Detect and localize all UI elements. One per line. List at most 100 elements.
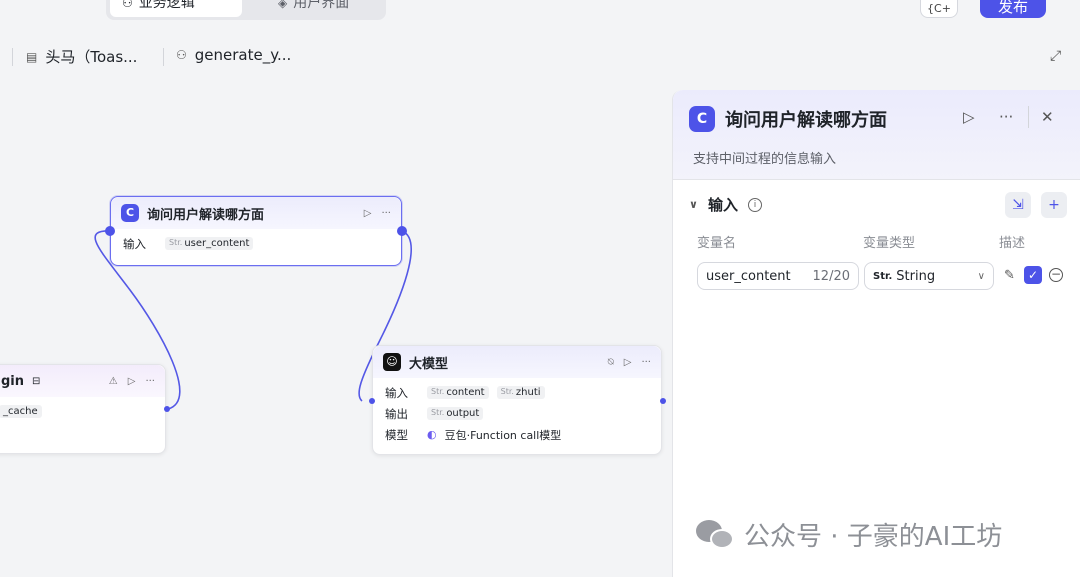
- info-icon[interactable]: i: [747, 197, 762, 212]
- close-icon[interactable]: ✕: [1041, 108, 1054, 126]
- model-value: 豆包·Function call模型: [444, 428, 562, 442]
- variable-tag: Str. user_content: [165, 237, 254, 250]
- output-port[interactable]: [397, 226, 407, 236]
- column-header-desc: 描述: [999, 236, 1026, 251]
- run-icon[interactable]: ▷: [364, 208, 372, 219]
- required-checkbox[interactable]: ✓: [1024, 266, 1042, 284]
- more-icon[interactable]: ···: [145, 376, 155, 387]
- column-header-type: 变量类型: [863, 236, 916, 251]
- add-variable-button[interactable]: +: [1041, 192, 1067, 218]
- mute-icon[interactable]: ⍉: [608, 357, 614, 368]
- remove-icon[interactable]: −: [1049, 268, 1063, 282]
- input-port[interactable]: [105, 226, 115, 236]
- mode-switch: ⚇ 业务逻辑 ◈ 用户界面: [106, 0, 386, 20]
- node-header: ☺ 大模型 ⍉ ▷ ···: [373, 346, 661, 378]
- node-logo-icon: C: [121, 204, 139, 222]
- output-label: 输出: [385, 406, 408, 421]
- node-row: _cache: [0, 401, 165, 422]
- input-label: 输入: [123, 236, 146, 251]
- expand-icon[interactable]: ⤢: [1050, 48, 1061, 64]
- warning-icon[interactable]: ⚠: [109, 376, 118, 387]
- top-bar: ⚇ 业务逻辑 ◈ 用户界面 {C+ 发布 ···: [0, 0, 1080, 30]
- node-header: C 询问用户解读哪方面 ▷ ···: [111, 197, 401, 229]
- doubao-icon: ◐: [427, 428, 437, 441]
- run-icon[interactable]: ▷: [963, 108, 975, 126]
- chevron-down-icon: ∨: [977, 270, 985, 282]
- type-prefix: Str.: [431, 387, 445, 396]
- chevron-down-icon[interactable]: ∨: [689, 198, 698, 211]
- node-begin[interactable]: gin ⊟ ⚠ ▷ ··· _cache: [0, 364, 166, 454]
- tag-name: user_content: [184, 238, 250, 249]
- divider: [12, 48, 13, 66]
- variable-tag: _cache: [0, 405, 42, 418]
- node-output-row: 输出 Str. output: [373, 403, 661, 424]
- char-counter: 12/20: [812, 268, 850, 284]
- breadcrumb-label: 头马（Toas...: [45, 48, 138, 66]
- variable-tag: Str. content: [427, 386, 489, 399]
- breadcrumb: ▤ 头马（Toas... ⚇ generate_y...: [0, 42, 1080, 72]
- type-prefix: Str.: [500, 387, 514, 396]
- model-label: 模型: [385, 427, 408, 442]
- document-icon: ▤: [26, 49, 38, 64]
- divider: [163, 48, 164, 66]
- more-icon[interactable]: ···: [1060, 0, 1073, 6]
- tab-label: 业务逻辑: [138, 0, 195, 11]
- model-logo-icon: ☺: [383, 353, 401, 371]
- output-port[interactable]: [164, 406, 170, 412]
- wechat-icon: [696, 519, 734, 550]
- node-input-row: 输入 Str. user_content: [111, 233, 401, 254]
- variable-button[interactable]: {C+: [920, 0, 958, 18]
- node-title: 大模型: [409, 356, 449, 372]
- workflow-icon: ⚇: [122, 0, 133, 10]
- variable-type-value: String: [896, 268, 936, 284]
- type-prefix: Str.: [873, 270, 893, 282]
- breadcrumb-item[interactable]: ⚇ generate_y...: [176, 46, 291, 64]
- watermark: 公众号 · 子豪的AI工坊: [696, 516, 1002, 553]
- variable-type-select[interactable]: Str. String ∨: [864, 262, 994, 290]
- section-title: 输入: [707, 196, 738, 214]
- breadcrumb-item[interactable]: ▤ 头马（Toas...: [26, 46, 137, 67]
- import-button[interactable]: ⇲: [1005, 192, 1031, 218]
- save-icon: ⊟: [32, 375, 41, 387]
- panel-header: C 询问用户解读哪方面 ▷ ··· ✕ 支持中间过程的信息输入: [673, 90, 1080, 180]
- type-prefix: Str.: [431, 408, 445, 417]
- input-section-header[interactable]: ∨ 输入 i: [689, 194, 762, 215]
- tag-name: zhuti: [515, 387, 541, 398]
- variable-name-input[interactable]: user_content 12/20: [697, 262, 859, 290]
- node-header: gin ⊟ ⚠ ▷ ···: [0, 365, 165, 397]
- tab-business-logic[interactable]: ⚇ 业务逻辑: [110, 0, 242, 17]
- more-icon[interactable]: ···: [641, 357, 651, 368]
- panel-description[interactable]: 支持中间过程的信息输入: [693, 148, 836, 167]
- input-port[interactable]: [369, 398, 375, 404]
- column-header-name: 变量名: [697, 236, 737, 251]
- more-icon[interactable]: ···: [999, 108, 1013, 126]
- publish-button[interactable]: 发布: [980, 0, 1046, 18]
- input-label: 输入: [385, 385, 408, 400]
- node-title: 询问用户解读哪方面: [147, 207, 265, 223]
- node-llm[interactable]: ☺ 大模型 ⍉ ▷ ··· 输入 Str. content Str. zhuti…: [372, 345, 662, 455]
- node-model-row: 模型 ◐ 豆包·Function call模型: [373, 424, 661, 445]
- tag-name: output: [446, 408, 480, 419]
- node-logo-icon: C: [689, 106, 715, 132]
- node-title: gin: [1, 373, 25, 389]
- run-icon[interactable]: ▷: [128, 376, 136, 387]
- node-ask-user[interactable]: C 询问用户解读哪方面 ▷ ··· 输入 Str. user_content: [110, 196, 402, 266]
- edit-description-icon[interactable]: ✎: [1004, 268, 1015, 283]
- type-prefix: Str.: [169, 238, 183, 247]
- tab-label: 用户界面: [293, 0, 350, 11]
- more-icon[interactable]: ···: [381, 208, 391, 219]
- workflow-icon: ⚇: [176, 48, 187, 62]
- tab-user-interface[interactable]: ◈ 用户界面: [266, 0, 382, 17]
- workflow-edges: [94, 230, 412, 410]
- output-port[interactable]: [660, 398, 666, 404]
- node-input-row: 输入 Str. content Str. zhuti: [373, 382, 661, 403]
- divider: [1028, 106, 1029, 128]
- ui-icon: ◈: [278, 0, 288, 10]
- run-icon[interactable]: ▷: [624, 357, 632, 368]
- panel-title[interactable]: 询问用户解读哪方面: [725, 106, 887, 132]
- breadcrumb-label: generate_y...: [194, 46, 292, 64]
- variable-tag: Str. zhuti: [496, 386, 545, 399]
- watermark-text: 公众号 · 子豪的AI工坊: [744, 522, 1003, 552]
- variable-name-value: user_content: [706, 268, 791, 284]
- tag-name: content: [446, 387, 485, 398]
